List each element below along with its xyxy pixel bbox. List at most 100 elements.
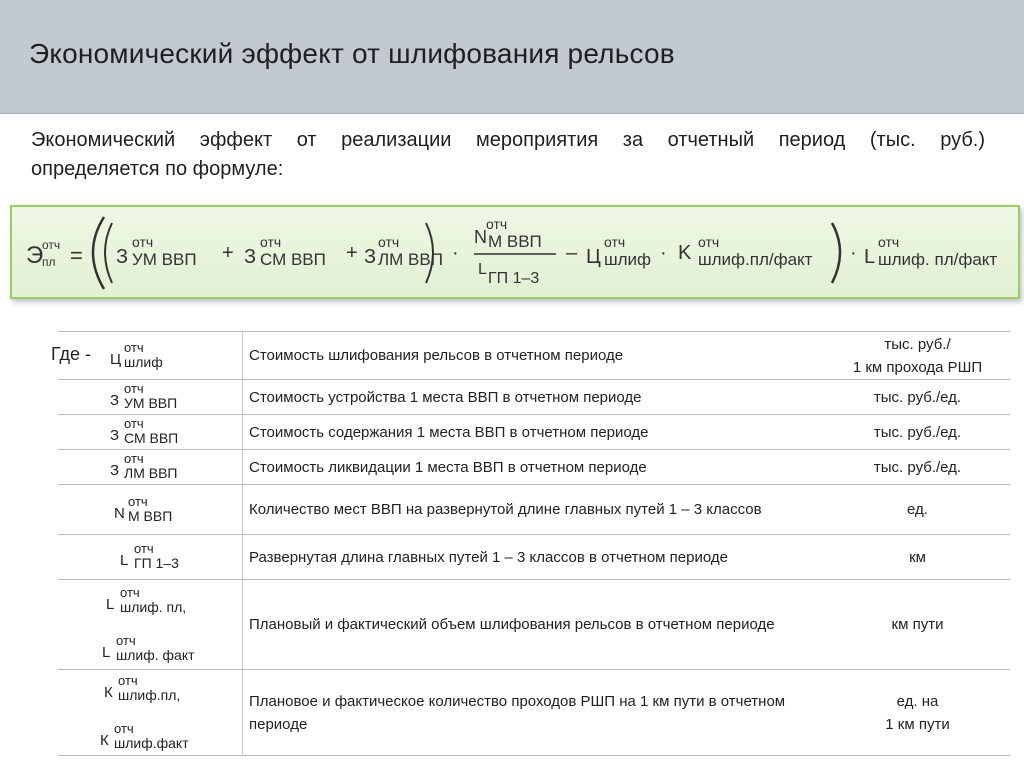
intro-line-1: Экономический эффект от реализации мероп… <box>31 129 985 151</box>
formula-paren-inner-left <box>104 222 113 284</box>
variable-description: Развернутая длина главных путей 1 – 3 кл… <box>242 534 825 580</box>
symbol-subscript: шлиф. пл, <box>120 598 187 615</box>
variable-symbol-cell: Котч шлиф.пл, Котч шлиф.факт <box>58 669 243 756</box>
intro-line-2: определяется по формуле: <box>31 158 284 180</box>
variable-description: Стоимость шлифования рельсов в отчетном … <box>242 331 825 380</box>
formula-z3: З <box>364 246 376 268</box>
variable-description: Количество мест ВВП на развернутой длине… <box>242 484 825 535</box>
unit-line-1: км <box>909 548 926 566</box>
symbol-letter: К <box>100 731 109 749</box>
formula-e: Э <box>26 242 43 269</box>
unit-line-1: тыс. руб./ед. <box>873 388 962 406</box>
symbol-superscript: отч <box>114 720 134 736</box>
formula-e-sup: отч <box>42 238 60 252</box>
unit-line-1: ед. на <box>896 692 939 710</box>
table-row: Цотч шлиф Стоимость шлифования рельсов в о… <box>58 331 1010 380</box>
formula-z2-sub: СМ ВВП <box>260 250 326 269</box>
slide-title: Экономический эффект от шлифования рельс… <box>29 38 675 69</box>
variable-symbol: Котч шлиф.факт <box>100 720 238 754</box>
variable-symbol-cell: Зотч УМ ВВП <box>58 379 243 415</box>
formula-z1: З <box>116 246 128 268</box>
formula-z3-sup: отч <box>378 234 399 250</box>
intro-paragraph: Экономический эффект от реализации мероп… <box>31 126 985 184</box>
symbol-superscript: отч <box>134 541 154 556</box>
variable-symbol-cell: Зотч ЛМ ВВП <box>58 449 243 485</box>
table-row: Lотч шлиф. пл, Lотч шлиф. факт Плановый и фа… <box>58 579 1010 670</box>
formula-k: K <box>678 242 692 264</box>
formula-c: Ц <box>586 246 601 268</box>
symbol-superscript: отч <box>120 584 140 600</box>
variable-unit: тыс. руб./ед. <box>825 449 1010 485</box>
formula-z1-sup: отч <box>132 234 153 250</box>
symbol-subscript: шлиф <box>124 353 163 370</box>
formula-graphic: Э отч пл = З отч УМ ВВП + З отч СМ ВВП +… <box>26 216 997 290</box>
symbol-superscript: отч <box>124 339 144 355</box>
variable-symbol-cell: Зотч СМ ВВП <box>58 414 243 450</box>
variable-symbol-cell: Цотч шлиф <box>58 331 243 380</box>
symbol-superscript: отч <box>124 381 144 396</box>
table-row: Зотч ЛМ ВВП Стоимость ликвидации 1 места В… <box>58 449 1010 485</box>
unit-line-2: 1 км пути <box>885 715 950 733</box>
variable-description: Плановое и фактическое количество проход… <box>242 669 825 756</box>
symbol-letter: З <box>110 392 120 409</box>
symbol-subscript: М ВВП <box>128 507 173 524</box>
symbol-subscript: СМ ВВП <box>124 430 179 446</box>
unit-line-2: 1 км прохода РШП <box>852 358 983 376</box>
formula-paren-left <box>91 216 106 290</box>
variable-unit: тыс. руб./ед. <box>825 379 1010 415</box>
formula-eq: = <box>70 243 83 268</box>
variable-symbol: Nотч М ВВП <box>114 493 238 527</box>
unit-line-1: тыс. руб./ <box>884 335 951 353</box>
symbol-letter: L <box>106 595 115 613</box>
symbol-letter: К <box>104 683 113 701</box>
formula-plus2: + <box>346 242 358 264</box>
symbol-subscript: шлиф.пл, <box>118 686 181 703</box>
formula-z3-sub: ЛМ ВВП <box>378 250 443 269</box>
symbol-subscript: ГП 1–3 <box>134 555 179 571</box>
formula-n-sup: отч <box>486 216 507 232</box>
variable-symbol: Зотч СМ ВВП <box>110 415 238 449</box>
variable-description: Плановый и фактический объем шлифования … <box>242 579 825 670</box>
table-row: Зотч УМ ВВП Стоимость устройства 1 места В… <box>58 379 1010 415</box>
variable-unit: ед. на 1 км пути <box>825 669 1010 756</box>
variable-symbol: Зотч УМ ВВП <box>110 380 238 414</box>
variable-symbol: Lотч шлиф. факт <box>102 632 238 666</box>
symbol-letter: З <box>110 462 120 479</box>
variable-symbol-cell: Nотч М ВВП <box>58 484 243 535</box>
variable-symbol: Lотч ГП 1–3 <box>120 540 238 574</box>
table-row: Котч шлиф.пл, Котч шлиф.факт Плановое и факт… <box>58 669 1010 756</box>
variable-unit: км пути <box>825 579 1010 670</box>
variable-symbol-cell: Lотч ГП 1–3 <box>58 534 243 580</box>
formula-z2-sup: отч <box>260 234 281 250</box>
formula-k-sup: отч <box>698 234 719 250</box>
unit-line-1: км пути <box>891 616 944 633</box>
formula-l2: L <box>864 246 875 268</box>
unit-line-1: ед. <box>907 501 928 518</box>
formula-box: Э отч пл = З отч УМ ВВП + З отч СМ ВВП +… <box>10 205 1020 299</box>
symbol-subscript: ЛМ ВВП <box>124 465 178 481</box>
variable-symbol: Цотч шлиф <box>110 339 238 373</box>
variable-symbol-cell: Lотч шлиф. пл, Lотч шлиф. факт <box>58 579 243 670</box>
symbol-letter: N <box>114 504 125 522</box>
formula-paren-right <box>830 222 842 284</box>
symbol-letter: Ц <box>110 350 122 368</box>
variable-symbol: Lотч шлиф. пл, <box>106 584 238 618</box>
variable-unit: км <box>825 534 1010 580</box>
table-row: Зотч СМ ВВП Стоимость содержания 1 места В… <box>58 414 1010 450</box>
table-row: Nотч М ВВП Количество мест ВВП на разверну… <box>58 484 1010 535</box>
formula-l2-sub: шлиф. пл/факт <box>878 250 997 269</box>
variable-description: Стоимость устройства 1 места ВВП в отчет… <box>242 379 825 415</box>
variable-description: Стоимость ликвидации 1 места ВВП в отчет… <box>242 449 825 485</box>
formula-n-sub: М ВВП <box>488 232 542 251</box>
symbol-letter: L <box>102 643 111 661</box>
formula-l-sub: ГП 1–3 <box>488 270 539 287</box>
formula-l2-sup: отч <box>878 234 899 250</box>
symbol-letter: З <box>110 427 120 444</box>
formula-plus1: + <box>222 242 234 264</box>
formula-z1-sub: УМ ВВП <box>132 250 197 269</box>
formula-z2: З <box>244 246 256 268</box>
symbol-superscript: отч <box>128 493 148 509</box>
variable-unit: тыс. руб./ 1 км прохода РШП <box>825 331 1010 380</box>
variable-symbol: Зотч ЛМ ВВП <box>110 450 238 484</box>
variable-unit: ед. <box>825 484 1010 535</box>
